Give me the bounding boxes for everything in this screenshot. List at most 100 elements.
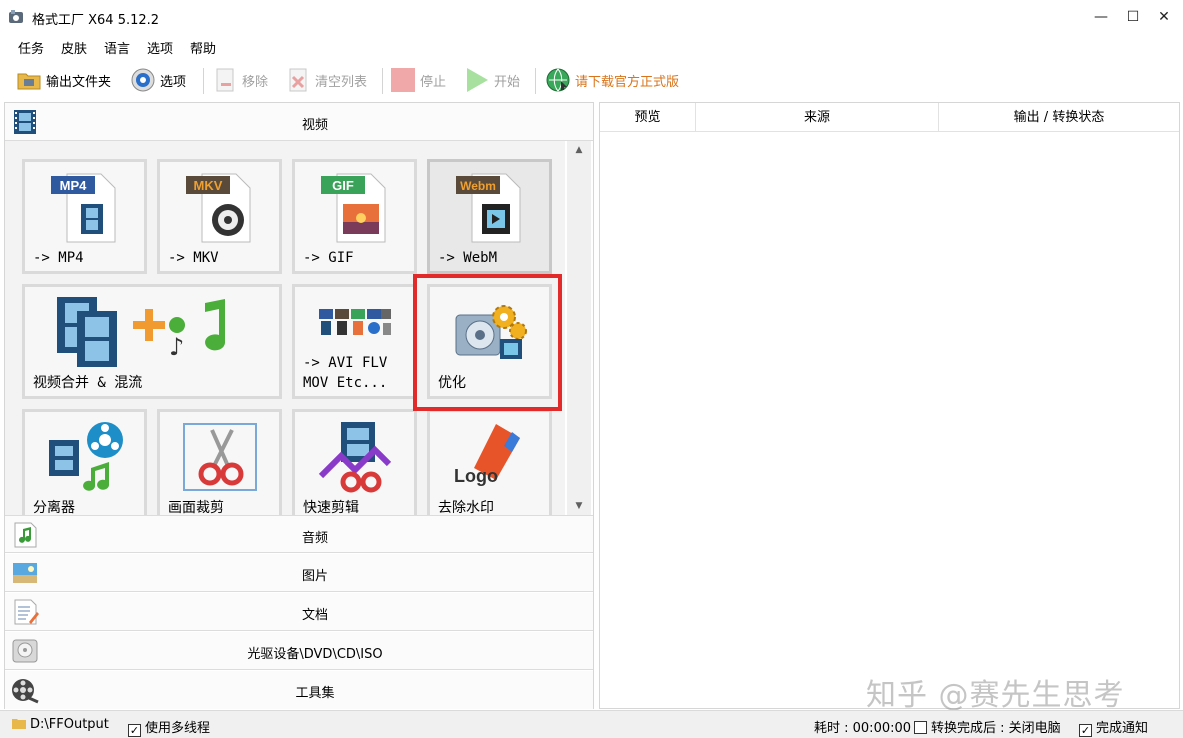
menu-options[interactable]: 选项 (147, 38, 173, 57)
column-preview[interactable]: 预览 (600, 103, 696, 132)
tile-splitter[interactable]: 分离器 (22, 409, 147, 515)
after-done-label: 转换完成后 : 关闭电脑 (931, 721, 1061, 736)
tile-quick-clip[interactable]: 快速剪辑 (292, 409, 417, 515)
notify-check[interactable]: ✓ (1079, 724, 1092, 737)
tile-remove-watermark[interactable]: Logo 去除水印 (427, 409, 552, 515)
video-merge-icon: ♪ (57, 297, 225, 367)
mp4-file-icon: MP4 (51, 173, 116, 243)
category-tools[interactable]: 工具集 (5, 671, 593, 709)
notify-label: 完成通知 (1096, 721, 1149, 736)
tile-to-gif-label: -> GIF (303, 250, 354, 266)
column-output-status[interactable]: 输出 / 转换状态 (939, 103, 1179, 132)
scrollbar-thumb[interactable] (572, 161, 586, 393)
output-path-label: D:\FFOutput (30, 717, 109, 732)
stop-icon (391, 68, 415, 92)
tile-to-gif[interactable]: GIF -> GIF (292, 159, 417, 274)
gif-file-icon: GIF (321, 173, 386, 243)
menu-language[interactable]: 语言 (104, 38, 130, 57)
category-document[interactable]: 文档 (5, 593, 593, 631)
svg-text:MKV: MKV (194, 178, 223, 193)
mkv-file-icon: MKV (186, 173, 251, 243)
task-list-panel: 预览 来源 输出 / 转换状态 (599, 102, 1180, 709)
tile-to-mkv-label: -> MKV (168, 250, 219, 266)
crop-scissors-icon (183, 423, 257, 491)
menu-skin[interactable]: 皮肤 (61, 38, 87, 57)
tile-remove-watermark-label: 去除水印 (438, 500, 494, 515)
stop-label: 停止 (420, 74, 447, 90)
maximize-button[interactable]: ☐ (1116, 0, 1150, 34)
tile-to-mkv[interactable]: MKV -> MKV (157, 159, 282, 274)
tile-splitter-label: 分离器 (33, 500, 75, 515)
category-rom-device[interactable]: 光驱设备\DVD\CD\ISO (5, 632, 593, 670)
tile-to-webm-label: -> WebM (438, 250, 498, 266)
output-folder-label: 输出文件夹 (46, 74, 112, 90)
toolbar-divider (203, 68, 204, 94)
scroll-up-arrow-icon[interactable]: ▲ (567, 141, 591, 159)
tile-crop-label: 画面裁剪 (168, 500, 224, 515)
svg-text:Webm: Webm (460, 179, 496, 193)
app-icon (9, 10, 23, 23)
elapsed-time: 耗时 : 00:00:00 (814, 721, 912, 736)
download-official-link[interactable]: 请下载官方正式版 (545, 66, 679, 94)
globe-icon (546, 68, 570, 92)
clear-list-button[interactable]: 清空列表 (285, 66, 367, 94)
category-video-label: 视频 (301, 118, 328, 133)
multithread-checkbox[interactable]: ✓ 使用多线程 (128, 717, 210, 737)
scroll-down-arrow-icon[interactable]: ▼ (567, 497, 591, 515)
stop-button[interactable]: 停止 (390, 66, 446, 94)
tile-video-merge-mux[interactable]: ♪ 视频合并 & 混流 (22, 284, 282, 399)
toolbar: 输出文件夹 选项 移除 清空列表 停止 开始 请下载官方正式版 (0, 60, 1183, 100)
tile-to-avi-flv-mov[interactable]: -> AVI FLV MOV Etc... (292, 284, 417, 399)
multithread-check[interactable]: ✓ (128, 724, 141, 737)
menu-task[interactable]: 任务 (18, 38, 44, 57)
multithread-label: 使用多线程 (145, 721, 211, 736)
category-document-label: 文档 (301, 608, 328, 623)
notify-checkbox[interactable]: ✓ 完成通知 (1079, 717, 1148, 737)
category-rom-device-label: 光驱设备\DVD\CD\ISO (247, 647, 383, 662)
quick-clip-icon (318, 422, 392, 493)
eraser-icon: Logo (454, 424, 520, 486)
tile-to-mp4[interactable]: MP4 -> MP4 (22, 159, 147, 274)
gear-icon (131, 68, 155, 92)
toolbar-divider (382, 68, 383, 94)
download-official-label: 请下载官方正式版 (575, 74, 680, 90)
formats-icon (319, 309, 391, 335)
svg-text:MP4: MP4 (60, 178, 88, 193)
folder-icon (12, 719, 26, 729)
status-bar: D:\FFOutput ✓ 使用多线程 耗时 : 00:00:00 转换完成后 :… (0, 710, 1183, 738)
tile-video-merge-mux-label: 视频合并 & 混流 (33, 375, 143, 391)
column-source[interactable]: 来源 (696, 103, 939, 132)
tile-to-webm[interactable]: Webm -> WebM (427, 159, 552, 274)
folder-icon (17, 73, 41, 90)
toolbar-divider (535, 68, 536, 94)
tile-to-mp4-label: -> MP4 (33, 250, 84, 266)
grid-scrollbar[interactable]: ▲ ▼ (567, 141, 591, 515)
category-picture[interactable]: 图片 (5, 554, 593, 592)
tile-crop[interactable]: 画面裁剪 (157, 409, 282, 515)
category-picture-label: 图片 (301, 569, 328, 584)
clear-list-icon (289, 68, 307, 92)
play-icon (467, 68, 488, 92)
logo-text: Logo (454, 466, 498, 486)
after-done-action[interactable]: 转换完成后 : 关闭电脑 (914, 717, 1061, 736)
output-path[interactable]: D:\FFOutput (12, 717, 109, 732)
window-title: 格式工厂 X64 5.12.2 (32, 13, 160, 28)
tile-quick-clip-label: 快速剪辑 (303, 500, 359, 515)
category-video[interactable]: 视频 (5, 103, 593, 141)
options-button[interactable]: 选项 (130, 66, 186, 94)
webm-file-icon: Webm (456, 173, 521, 243)
options-label: 选项 (160, 74, 187, 90)
menu-help[interactable]: 帮助 (190, 38, 216, 57)
optimize-highlight-box (413, 274, 562, 411)
remove-button[interactable]: 移除 (212, 66, 268, 94)
category-tools-label: 工具集 (295, 686, 335, 701)
output-folder-button[interactable]: 输出文件夹 (16, 66, 111, 94)
menu-bar: 任务 皮肤 语言 选项 帮助 (0, 34, 1183, 58)
close-button[interactable]: ✕ (1147, 0, 1181, 34)
start-button[interactable]: 开始 (464, 66, 520, 94)
zhihu-watermark: 知乎 @赛先生思考 (866, 678, 1125, 713)
splitter-icon (49, 422, 123, 491)
category-audio[interactable]: 音频 (5, 515, 593, 553)
after-done-check[interactable] (914, 721, 927, 734)
minimize-button[interactable]: — (1084, 0, 1118, 34)
